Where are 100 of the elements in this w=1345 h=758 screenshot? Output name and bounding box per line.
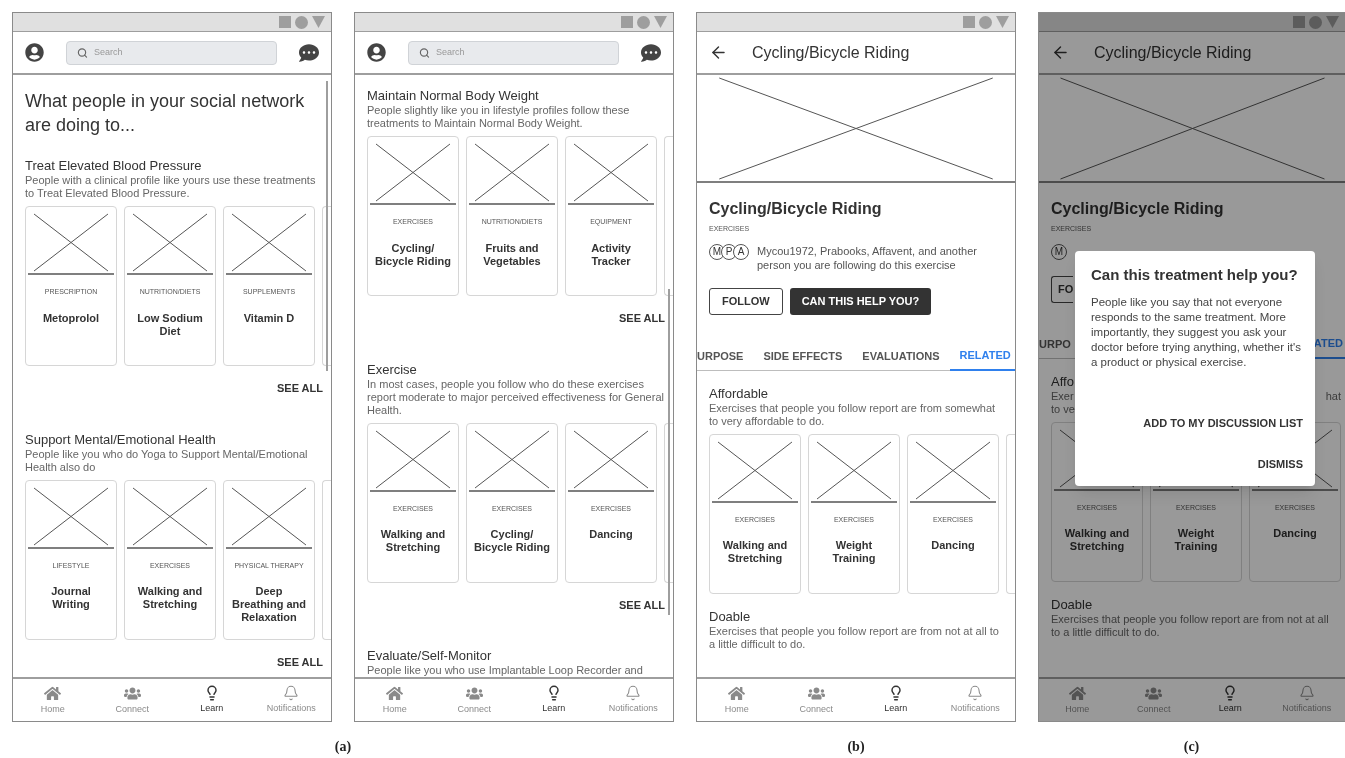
nav-tab[interactable]: Learn [172,679,252,721]
nav-tab[interactable]: Connect [776,679,856,721]
square-icon [621,16,633,28]
nav-tab[interactable]: Notifications [593,679,673,721]
search-field[interactable]: Search [408,40,619,65]
card-title: Cycling/ Bicycle Riding [374,241,452,268]
card-title: Weight Training [1173,527,1219,553]
nav-tab[interactable]: Home [697,679,777,721]
search-icon [77,46,88,59]
help-button[interactable]: CAN THIS HELP YOU? [789,287,932,315]
section-description: People like you who do Yoga to Support Mental/Emotional Health also do [25,447,309,474]
detail-tab[interactable]: URPOSE [697,342,754,371]
nav-tab[interactable]: Connect [434,679,514,721]
dialog-action-button[interactable]: DISMISS [1257,455,1303,472]
search-field[interactable]: Search [66,40,277,65]
figure-caption: (b) [847,738,865,756]
detail-tab[interactable]: RELATED [949,342,1015,371]
detail-tab[interactable]: EVALUATIONS [852,342,950,371]
avatar-initial: M [1051,243,1067,260]
back-icon[interactable] [1051,43,1070,62]
follow-button[interactable]: FOLLOW [709,287,783,315]
people-icon [807,685,825,702]
search-input[interactable]: Search [435,45,608,60]
card-title: Cycling/ Bicycle Riding [473,528,551,554]
dialog-title: Can this treatment help you? [1091,265,1298,285]
section-description: hat [1325,389,1341,403]
header-title: Cycling/Bicycle Riding [1094,42,1252,63]
profile-icon[interactable] [25,43,44,62]
card-title: Walking and Stretching [136,585,204,611]
see-all-button[interactable]: SEE ALL [276,653,323,670]
triangle-icon [996,16,1009,28]
detail-tab[interactable]: URPO [1039,330,1081,359]
people-icon [123,685,141,702]
bell-icon [625,685,642,701]
detail-tab[interactable]: SIDE EFFECTS [753,342,853,371]
nav-tab[interactable]: Notifications [251,679,331,721]
card-title: Activity Tracker [590,241,632,268]
section-title: Doable [709,607,751,625]
home-icon [386,685,404,702]
see-all-button[interactable]: SEE ALL [618,596,665,613]
section-description: People slightly like you in lifestyle profiles follow these treatments to Maintain Normal Body Weight. [367,104,631,130]
see-all-button[interactable]: SEE ALL [618,310,665,327]
home-icon [44,685,62,702]
card-title: Metoprolol [41,311,101,325]
card-title: Walking and Stretching [1063,527,1131,553]
see-all-button[interactable]: SEE ALL [276,380,323,397]
avatar-initial: A [733,243,749,260]
square-icon [963,16,975,28]
people-icon [465,685,483,702]
section-title: Affordable [709,384,769,402]
section-title: Affo [1051,372,1074,390]
scrollbar[interactable] [326,81,328,371]
nav-tab[interactable]: Home [13,679,93,721]
nav-tab[interactable]: Connect [92,679,172,721]
card-title: Fruits and Vegetables [482,241,542,268]
section-description: Exercises that people you follow report are from somewhat to very affordable to do. [709,401,997,428]
nav-tab[interactable]: Notifications [935,679,1015,721]
chat-icon[interactable] [299,42,319,63]
chat-icon[interactable] [641,42,661,63]
square-icon [279,16,291,28]
search-icon [419,46,430,59]
card-title: Dancing [588,528,634,541]
bell-icon [1298,685,1315,701]
treatment-heading: Cycling/Bicycle Riding [1051,199,1225,219]
follow-button[interactable]: FO [1051,275,1074,303]
triangle-icon [312,16,325,28]
back-icon[interactable] [709,43,728,62]
section-title: Exercise [367,360,417,378]
card-title: Walking and Stretching [721,539,789,565]
section-title: Evaluate/Self-Monitor [367,647,492,664]
card-title: Dancing [1272,527,1318,540]
followers-text: Mycou1972, Prabooks, Affavent, and another person you are following do this exercise [757,243,978,272]
nav-tab[interactable]: Learn [1192,679,1269,721]
nav-tab[interactable]: Learn [856,679,936,721]
home-icon [728,685,746,702]
people-icon [1145,685,1163,702]
card-title: Journal Writing [50,585,92,611]
card-title: Low Sodium Diet [136,311,204,338]
card-title: Dancing [930,539,976,552]
nav-tab[interactable]: Learn [514,679,594,721]
section-title: Maintain Normal Body Weight [367,87,539,104]
section-title: Treat Elevated Blood Pressure [25,157,202,174]
section-description: to ve [1051,402,1075,416]
page-title: What people in your social network are doing to... [25,90,306,137]
section-description: Exer [1051,389,1074,403]
nav-tab[interactable]: Home [355,679,435,721]
scrollbar[interactable] [668,289,670,615]
square-icon [1293,16,1305,28]
section-description: Exercises that people you follow report are from not at all to a little difficult to do. [709,624,1000,651]
figure-caption: (c) [1183,738,1200,756]
card-title: Walking and Stretching [379,528,447,554]
card-title: Weight Training [831,539,877,565]
profile-icon[interactable] [367,43,386,62]
section-description: People with a clinical profile like yours use these treatments to Treat Elevated Blood Pressure. [25,174,317,200]
card-title: Deep Breathing and Relaxation [231,585,307,624]
search-input[interactable]: Search [93,45,266,60]
treatment-heading: Cycling/Bicycle Riding [709,199,883,219]
figure-caption: (a) [334,738,352,756]
section-title: Support Mental/Emotional Health [25,430,216,448]
section-title: Doable [1051,595,1093,613]
